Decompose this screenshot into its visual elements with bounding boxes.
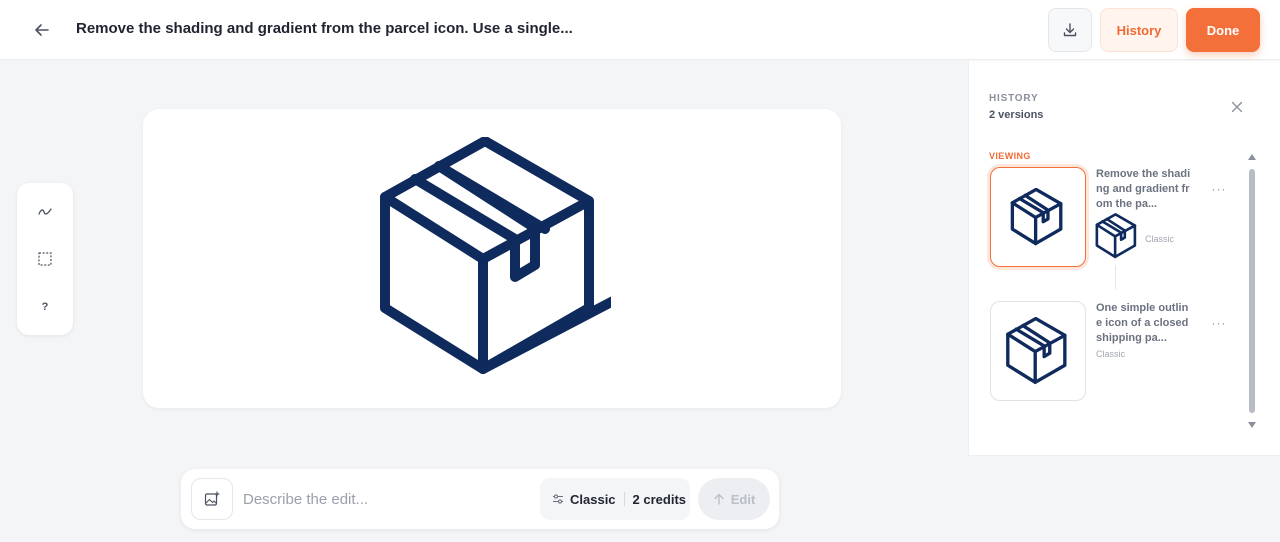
parcel-box-icon [1006, 317, 1067, 384]
version-more-button[interactable]: ··· [1209, 316, 1229, 333]
back-button[interactable] [28, 16, 56, 44]
sliders-icon [553, 494, 563, 504]
version-thumbnail[interactable] [990, 167, 1086, 267]
credits-label: 2 credits [632, 491, 687, 507]
select-tool-button[interactable] [31, 245, 59, 273]
version-count: 2 versions [989, 109, 1044, 121]
canvas[interactable] [143, 109, 841, 408]
history-panel: HISTORY 2 versions VIEWING Remove the sh… [968, 61, 1280, 456]
brush-tool-button[interactable] [31, 197, 59, 225]
version-mode: Classic [1096, 349, 1126, 359]
image-plus-icon [204, 491, 220, 506]
scroll-down-arrow[interactable] [1246, 419, 1258, 431]
history-button[interactable]: History [1100, 8, 1178, 52]
arrow-up-icon [714, 493, 724, 505]
parcel-box-icon [1095, 213, 1137, 259]
arrow-left-icon [35, 24, 49, 36]
download-button[interactable] [1048, 8, 1092, 52]
more-dots-icon: ··· [1211, 316, 1227, 330]
scrollbar-thumb[interactable] [1249, 169, 1255, 413]
download-icon [1063, 23, 1077, 37]
edit-prompt-input[interactable] [243, 483, 523, 515]
add-image-button[interactable] [191, 478, 233, 520]
mode-divider [623, 492, 625, 506]
scroll-up-arrow[interactable] [1246, 151, 1258, 163]
version-mode: Classic [1145, 234, 1175, 244]
parcel-box-icon [1010, 188, 1063, 246]
version-description: Remove the shading and gradient from the… [1096, 168, 1191, 210]
viewing-badge: VIEWING [989, 151, 1031, 161]
version-more-button[interactable]: ··· [1209, 182, 1229, 199]
done-button[interactable]: Done [1186, 8, 1260, 52]
brush-icon [38, 208, 52, 215]
page-title: Remove the shading and gradient from the… [76, 20, 573, 37]
edit-label: Edit [730, 491, 756, 507]
version-thumbnail[interactable] [990, 301, 1086, 401]
edit-submit-button[interactable]: Edit [698, 478, 770, 520]
variant-thumbnail[interactable] [1095, 213, 1139, 259]
version-description: One simple outline icon of a closed ship… [1096, 302, 1189, 344]
parcel-box-icon [380, 137, 611, 374]
mode-label: Classic [570, 491, 616, 507]
help-icon: ? [41, 301, 49, 313]
history-title: HISTORY [989, 93, 1039, 104]
tool-rail: ? [17, 183, 73, 335]
mode-selector[interactable]: Classic 2 credits [540, 478, 690, 520]
help-button[interactable]: ? [31, 293, 59, 321]
close-icon [1231, 101, 1243, 113]
select-rect-icon [38, 252, 52, 266]
more-dots-icon: ··· [1211, 182, 1227, 196]
top-bar: Remove the shading and gradient from the… [0, 0, 1280, 60]
version-connector [1115, 265, 1116, 289]
close-history-button[interactable] [1227, 97, 1247, 117]
prompt-bar: Classic 2 credits Edit [181, 469, 779, 529]
